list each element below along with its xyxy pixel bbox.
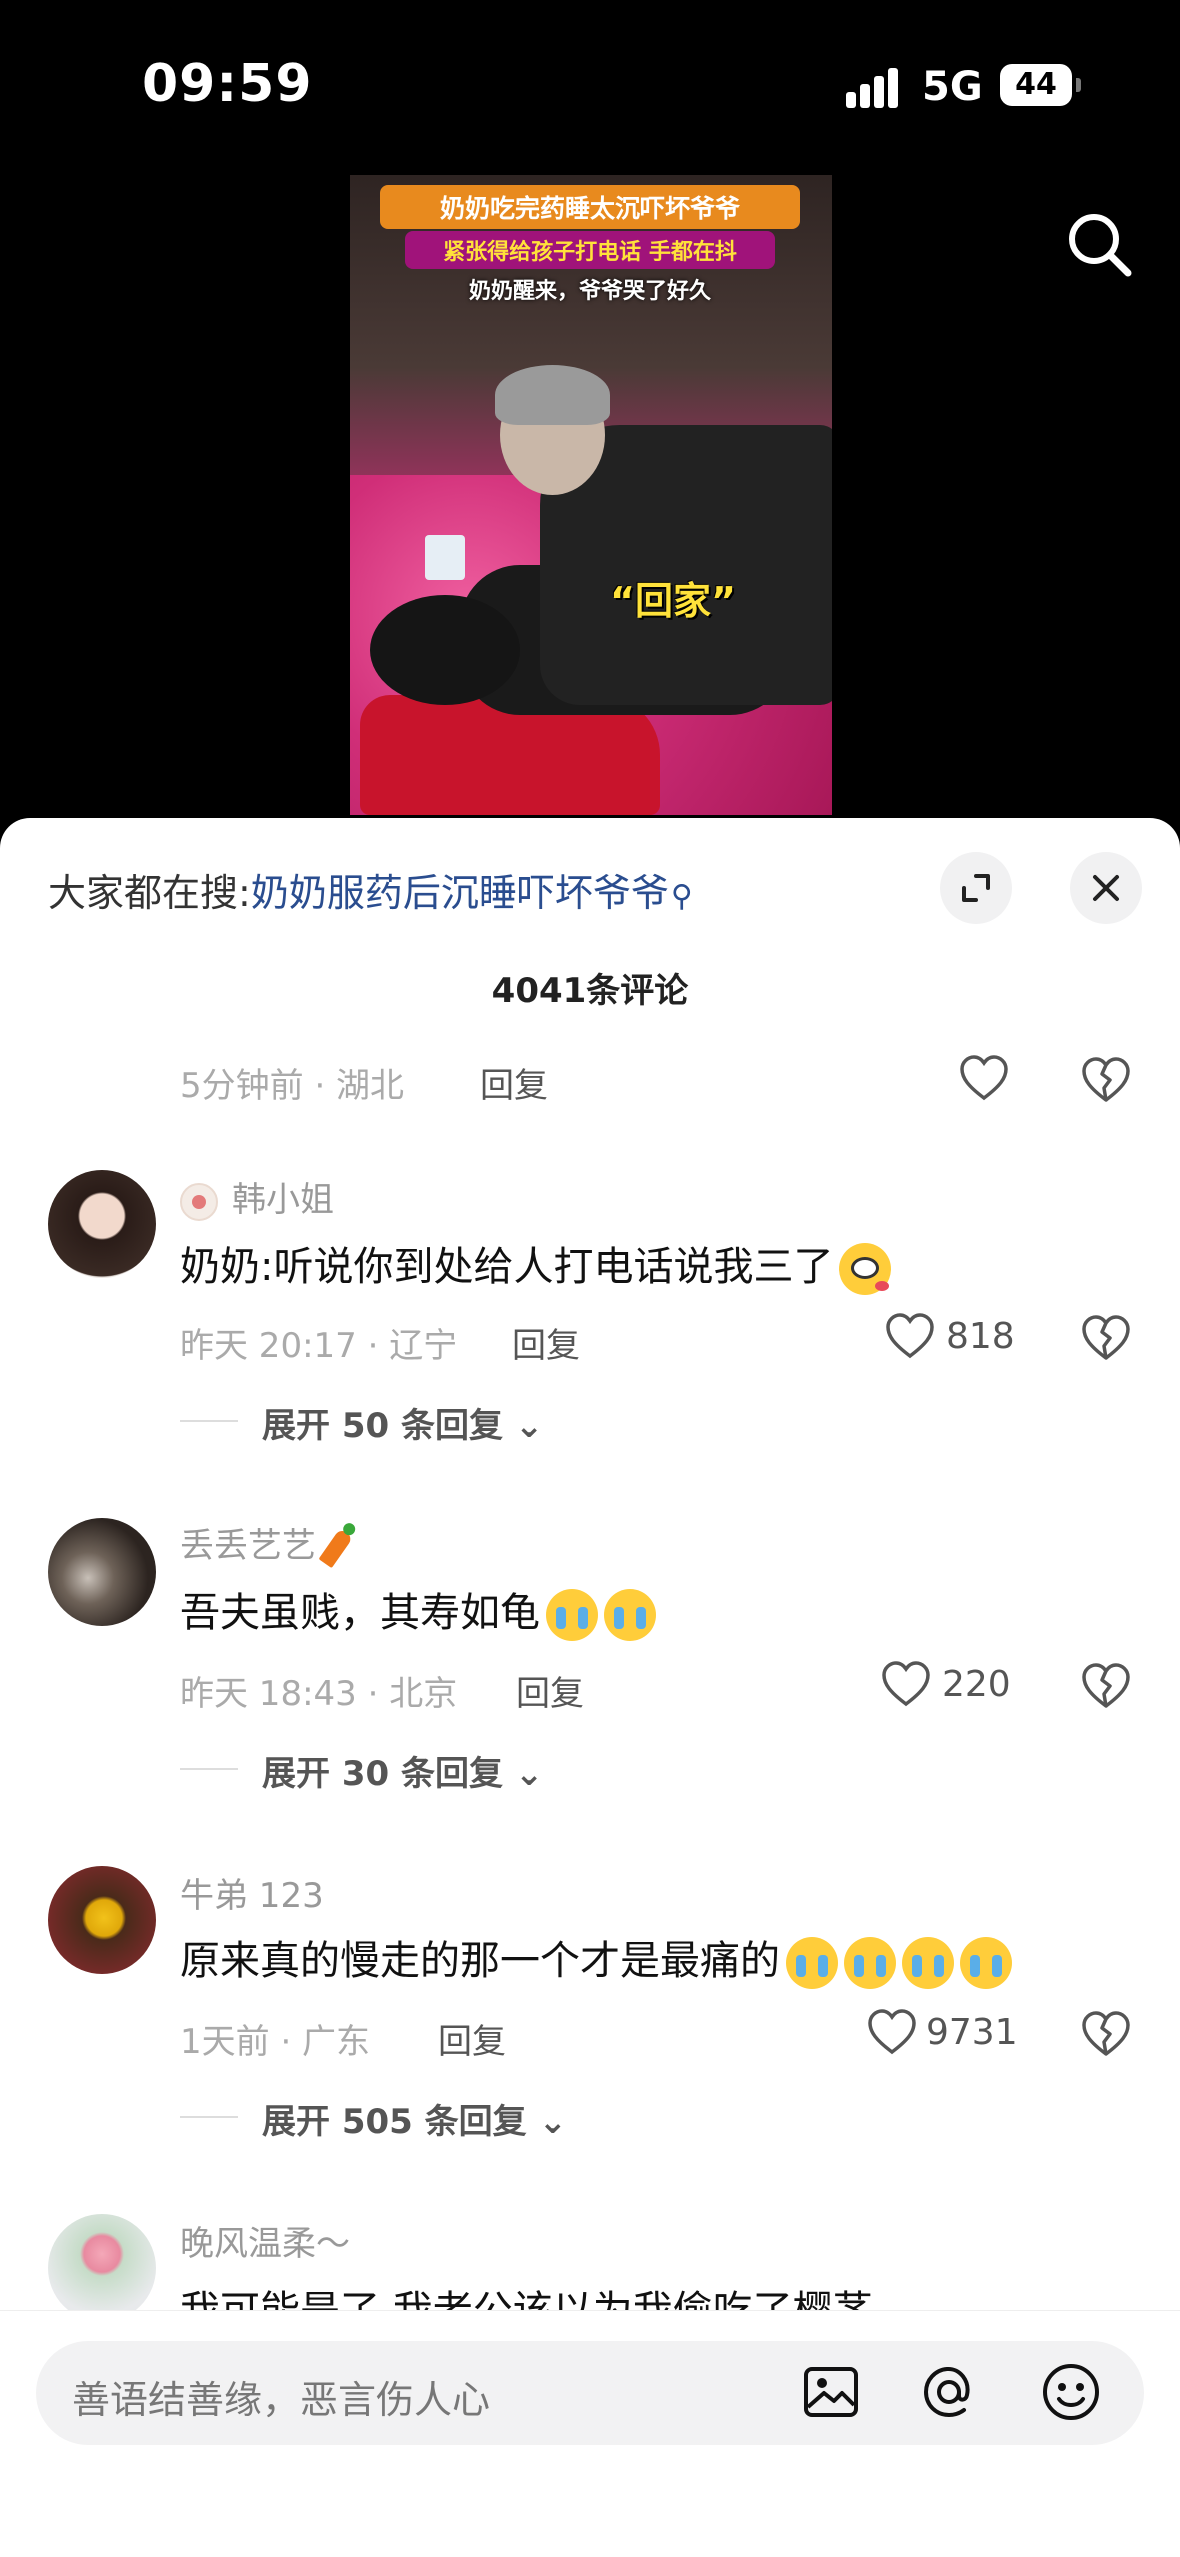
comment-username-text: 韩小姐 [232, 1180, 334, 1220]
dislike-button[interactable] [1080, 2010, 1132, 2062]
expand-replies-button[interactable]: 展开 30 条回复 ⌄ [262, 1746, 543, 1795]
crying-emoji-icon [786, 1937, 838, 1989]
chevron-down-icon: ⌄ [538, 2102, 568, 2142]
comment-input-bar: 善语结善缘，恶言伤人心 [0, 2310, 1180, 2557]
video-caption-2: 紧张得给孩子打电话 手都在抖 [405, 231, 775, 269]
comment-meta: 昨天 20:17 · 辽宁 [180, 1326, 458, 1366]
comment-meta: 昨天 18:43 · 北京 [180, 1674, 458, 1714]
emoji-button[interactable] [1040, 2361, 1102, 2423]
avatar[interactable] [48, 1170, 156, 1278]
search-suggestion[interactable]: 大家都在搜:奶奶服药后沉睡吓坏爷爷⚲ [48, 862, 693, 917]
chevron-down-icon: ⌄ [514, 1406, 544, 1446]
video-player[interactable]: 奶奶吃完药睡太沉吓坏爷爷 紧张得给孩子打电话 手都在抖 奶奶醒来，爷爷哭了好久 … [350, 175, 832, 815]
expand-button[interactable] [940, 852, 1012, 924]
avatar[interactable] [48, 2214, 156, 2322]
search-button[interactable] [1060, 205, 1140, 285]
comment-text: 原来真的慢走的那一个才是最痛的 [180, 1928, 1012, 1989]
comments-sheet: 大家都在搜:奶奶服药后沉睡吓坏爷爷⚲ 4041条评论 5分钟前 · 湖北 回复 … [0, 818, 1180, 2556]
comment-username-text: 丢丢艺艺 [180, 1526, 316, 1566]
carrot-emoji-icon [318, 1527, 354, 1568]
reply-button[interactable]: 回复 [438, 2014, 506, 2063]
comments-count: 4041条评论 [491, 971, 689, 1011]
expand-replies-button[interactable]: 展开 505 条回复 ⌄ [262, 2094, 567, 2143]
broken-heart-icon [1082, 1315, 1130, 1360]
dizzy-face-emoji-icon [839, 1243, 892, 1295]
close-button[interactable] [1070, 852, 1142, 924]
heart-icon [960, 1055, 1008, 1101]
expand-replies-button[interactable]: 展开 50 条回复 ⌄ [262, 1398, 543, 1447]
dislike-button[interactable] [1080, 1662, 1132, 1714]
like-button[interactable] [958, 1054, 1014, 1104]
heart-icon [868, 2009, 916, 2055]
comment-text: 吾夫虽贱，其寿如龟 [180, 1580, 656, 1641]
comment-meta: 5分钟前 · 湖北 [180, 1066, 405, 1106]
status-time: 09:59 [142, 54, 313, 114]
signal-icon [846, 68, 910, 108]
comment-username[interactable]: 晚风温柔～ [180, 2216, 350, 2265]
video-tissue-box [425, 535, 465, 580]
search-suggestion-prefix: 大家都在搜: [48, 871, 251, 915]
comment-text-content: 吾夫虽贱，其寿如龟 [180, 1590, 540, 1636]
search-small-icon: ⚲ [670, 879, 693, 914]
emoji-icon [1043, 2364, 1099, 2420]
at-icon [923, 2367, 970, 2418]
broken-heart-icon [1082, 1057, 1130, 1102]
chevron-down-icon: ⌄ [514, 1754, 544, 1794]
like-button[interactable] [866, 2008, 922, 2058]
broken-heart-icon [1082, 2011, 1130, 2056]
comment-text-content: 奶奶:听说你到处给人打电话说我三了 [180, 1244, 834, 1290]
comment-username[interactable]: 牛弟 123 [180, 1868, 324, 1917]
avatar[interactable] [48, 1518, 156, 1626]
comment-input[interactable]: 善语结善缘，恶言伤人心 [36, 2341, 1144, 2445]
user-badge-icon [180, 1182, 218, 1221]
video-caption-1: 奶奶吃完药睡太沉吓坏爷爷 [380, 185, 800, 229]
dislike-button[interactable] [1080, 1314, 1132, 1366]
mention-button[interactable] [918, 2361, 980, 2423]
like-count: 9731 [926, 2012, 1018, 2053]
avatar[interactable] [48, 1866, 156, 1974]
comment-username[interactable]: 丢丢艺艺 [180, 1518, 354, 1568]
video-figure-grandma-head [370, 595, 520, 705]
like-count: 220 [942, 1664, 1011, 1705]
like-button[interactable] [880, 1660, 936, 1710]
video-overlay-text: “回家” [610, 579, 736, 623]
comment-username[interactable]: 韩小姐 [180, 1172, 334, 1221]
expand-icon [962, 874, 990, 902]
expand-replies-label: 展开 50 条回复 [262, 1406, 503, 1446]
reply-button[interactable]: 回复 [480, 1058, 548, 1107]
like-button[interactable] [884, 1312, 940, 1362]
video-caption-3: 奶奶醒来，爷爷哭了好久 [468, 279, 711, 304]
image-icon [804, 2367, 858, 2417]
broken-heart-icon [1082, 1663, 1130, 1708]
battery-icon: 44 [1000, 64, 1072, 106]
crying-emoji-icon [902, 1937, 954, 1989]
expand-replies-label: 展开 505 条回复 [262, 2102, 527, 2142]
dislike-button[interactable] [1080, 1056, 1132, 1108]
comment-input-placeholder: 善语结善缘，恶言伤人心 [72, 2378, 491, 2422]
expand-replies-label: 展开 30 条回复 [262, 1754, 503, 1794]
crying-emoji-icon [960, 1937, 1012, 1989]
reply-button[interactable]: 回复 [512, 1318, 580, 1367]
expand-divider [180, 2116, 238, 2118]
search-suggestion-term[interactable]: 奶奶服药后沉睡吓坏爷爷 [251, 871, 669, 915]
crying-emoji-icon [604, 1589, 656, 1641]
video-figure-grandpa-hair [495, 365, 610, 425]
network-type: 5G [922, 64, 983, 110]
crying-emoji-icon [844, 1937, 896, 1989]
reply-button[interactable]: 回复 [516, 1666, 584, 1715]
like-count: 818 [946, 1316, 1015, 1357]
image-button[interactable] [800, 2361, 862, 2423]
battery-tip [1076, 78, 1081, 92]
comment-text: 奶奶:听说你到处给人打电话说我三了 [180, 1234, 892, 1295]
comment-text-content: 原来真的慢走的那一个才是最痛的 [180, 1938, 780, 1984]
heart-icon [886, 1313, 934, 1359]
close-icon [1093, 875, 1119, 901]
crying-emoji-icon [546, 1589, 598, 1641]
search-icon [1069, 214, 1132, 277]
expand-divider [180, 1420, 238, 1422]
heart-icon [882, 1661, 930, 1707]
expand-divider [180, 1768, 238, 1770]
status-bar: 09:59 5G 44 [0, 0, 1180, 170]
comment-meta: 1天前 · 广东 [180, 2022, 371, 2062]
